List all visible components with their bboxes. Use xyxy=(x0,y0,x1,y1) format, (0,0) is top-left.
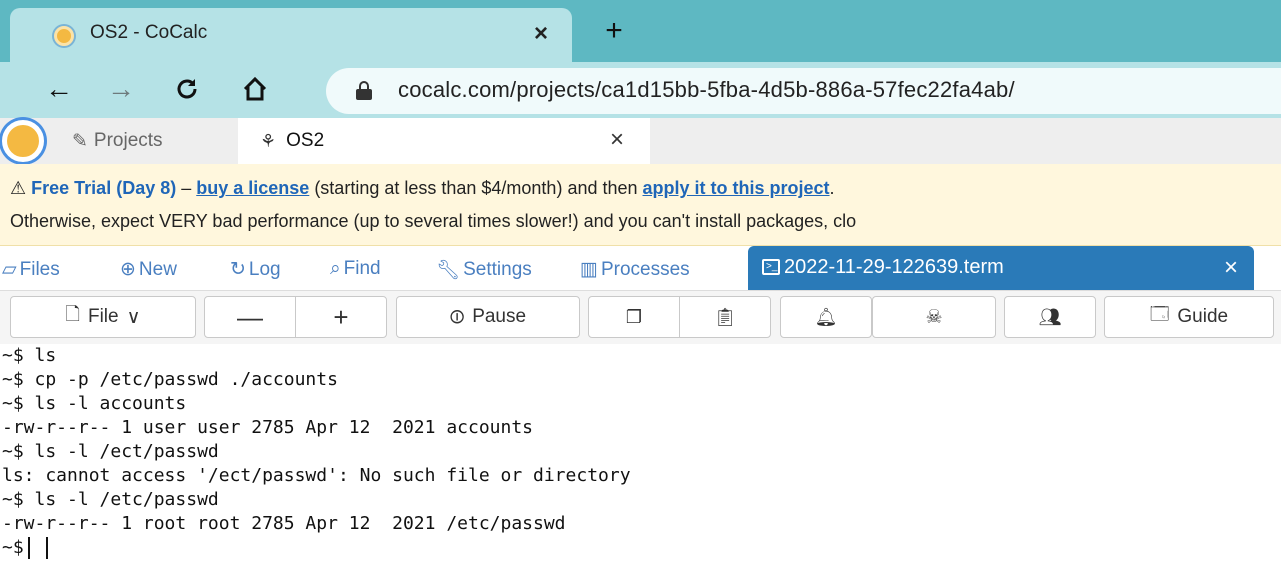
nav-processes[interactable]: ▥ Processes xyxy=(580,258,690,281)
paste-icon: 📋︎ xyxy=(713,306,737,327)
copy-icon: ❐ xyxy=(625,306,643,327)
nav-processes-label: Processes xyxy=(600,258,690,280)
projects-tab[interactable]: ✎ Projects xyxy=(72,118,163,164)
clear-users-button[interactable]: 👥︎ xyxy=(1004,296,1096,338)
trial-label: Free Trial (Day 8) xyxy=(31,178,177,198)
terminal-line: ~$ cp -p /etc/passwd ./accounts xyxy=(2,369,338,390)
project-tab-os2[interactable]: ⚘ OS2 × xyxy=(238,118,650,164)
nav-find-label: Find xyxy=(343,258,381,279)
wrench-icon: 🔧︎ xyxy=(436,260,461,281)
cocalc-top-bar: ✎ Projects ⚘ OS2 × xyxy=(0,118,1281,164)
reload-icon[interactable] xyxy=(168,70,206,108)
back-arrow-icon[interactable]: ← xyxy=(40,70,78,108)
terminal-prompt-line: ~$ xyxy=(2,536,48,560)
nav-find[interactable]: ⌕ Find xyxy=(330,258,381,280)
terminal-line: ~$ ls -l /etc/passwd xyxy=(2,489,219,510)
terminal-line: ~$ ls -l /ect/passwd xyxy=(2,441,219,462)
processes-icon: ▥ xyxy=(580,259,598,280)
project-nav: ▱ Files ⊕ New ↻ Log ⌕ Find 🔧︎ Settings ▥… xyxy=(0,246,1281,290)
search-icon: ⌕ xyxy=(330,258,341,279)
cocalc-logo-icon[interactable] xyxy=(2,120,44,162)
nav-new[interactable]: ⊕ New xyxy=(120,258,177,281)
browser-tab-title: OS2 - CoCalc xyxy=(90,22,208,43)
paste-button[interactable]: 📋︎ xyxy=(679,296,771,338)
banner-mid-text: (starting at less than $4/month) and the… xyxy=(309,178,643,198)
pause-label: Pause xyxy=(472,306,527,327)
projects-tab-label: Projects xyxy=(93,130,163,151)
home-icon[interactable] xyxy=(236,70,274,108)
nav-settings-label: Settings xyxy=(463,259,532,280)
new-tab-button[interactable]: + xyxy=(598,16,630,48)
users-icon: 👥︎ xyxy=(1038,306,1062,327)
nav-log[interactable]: ↻ Log xyxy=(230,258,281,281)
browser-tabstrip: OS2 - CoCalc × + xyxy=(0,0,1281,62)
skull-crossbones-icon: ☠ xyxy=(925,306,943,328)
increase-font-button[interactable]: + xyxy=(295,296,387,338)
browser-toolbar: ← → cocalc.com/projects/ca1d15bb-5fba-4d… xyxy=(0,62,1281,118)
terminal-line: ~$ ls xyxy=(2,345,57,366)
guide-icon: 🗔︎ xyxy=(1149,304,1170,324)
banner-line-2: Otherwise, expect VERY bad performance (… xyxy=(10,211,857,231)
close-file-icon[interactable]: × xyxy=(1224,254,1238,282)
cocalc-favicon-icon xyxy=(54,26,74,46)
bell-icon: 🔔︎ xyxy=(814,306,838,327)
plus-icon: + xyxy=(333,301,349,332)
file-tab-terminal[interactable]: >_ 2022-11-29-122639.term × xyxy=(748,246,1254,290)
close-tab-icon[interactable]: × xyxy=(525,18,557,50)
forward-arrow-icon[interactable]: → xyxy=(102,70,140,108)
folder-icon: ▱ xyxy=(2,259,17,280)
kill-button[interactable]: ☠ xyxy=(872,296,996,338)
copy-button[interactable]: ❐ xyxy=(588,296,680,338)
terminal-line: -rw-r--r-- 1 user user 2785 Apr 12 2021 … xyxy=(2,417,534,438)
nav-files[interactable]: ▱ Files xyxy=(2,258,60,281)
terminal-output[interactable]: ~$ ls ~$ cp -p /etc/passwd ./accounts ~$… xyxy=(0,344,1281,579)
decrease-font-button[interactable]: — xyxy=(204,296,296,338)
pause-icon: ⏼︎ xyxy=(449,306,465,327)
guide-button[interactable]: 🗔︎ Guide xyxy=(1104,296,1274,338)
notification-button[interactable]: 🔔︎ xyxy=(780,296,872,338)
banner-end-text: . xyxy=(829,178,835,198)
minus-icon: — xyxy=(237,301,263,332)
terminal-line: ls: cannot access '/ect/passwd': No such… xyxy=(2,465,631,486)
history-icon: ↻ xyxy=(230,259,246,280)
trial-banner: ⚠ Free Trial (Day 8) – buy a license (st… xyxy=(0,164,1281,246)
nav-settings[interactable]: 🔧︎ Settings xyxy=(436,258,532,282)
browser-tab[interactable]: OS2 - CoCalc × xyxy=(10,8,572,62)
plus-circle-icon: ⊕ xyxy=(120,259,136,280)
buy-license-link[interactable]: buy a license xyxy=(196,178,309,198)
chevron-down-icon: ∨ xyxy=(126,306,141,328)
file-tab-label: 2022-11-29-122639.term xyxy=(784,256,1004,278)
apply-license-link[interactable]: apply it to this project xyxy=(643,178,830,198)
terminal-prompt: ~$ xyxy=(2,537,24,558)
file-menu-label: File xyxy=(87,306,119,327)
file-menu-button[interactable]: 🗋︎ File ∨ xyxy=(10,296,196,338)
banner-dash: – xyxy=(176,178,197,198)
project-tab-label: OS2 xyxy=(286,130,325,151)
banner-line-1: ⚠ Free Trial (Day 8) – buy a license (st… xyxy=(10,178,835,199)
terminal-line: ~$ ls -l accounts xyxy=(2,393,187,414)
pencil-icon: ✎ xyxy=(72,130,88,152)
close-project-icon[interactable]: × xyxy=(610,126,624,154)
warning-icon: ⚠ xyxy=(10,178,27,198)
address-bar[interactable]: cocalc.com/projects/ca1d15bb-5fba-4d5b-8… xyxy=(326,68,1281,114)
terminal-toolbar: 🗋︎ File ∨ — + ⏼︎ Pause ❐ 📋︎ 🔔︎ ☠ 👥︎ 🗔︎ G… xyxy=(0,290,1281,344)
url-text[interactable]: cocalc.com/projects/ca1d15bb-5fba-4d5b-8… xyxy=(398,77,1015,103)
pause-button[interactable]: ⏼︎ Pause xyxy=(396,296,580,338)
nav-new-label: New xyxy=(138,258,177,280)
running-icon: ⚘ xyxy=(260,130,277,151)
lock-icon[interactable] xyxy=(356,81,372,100)
nav-files-label: Files xyxy=(19,258,60,280)
terminal-cursor xyxy=(27,537,48,559)
terminal-line: -rw-r--r-- 1 root root 2785 Apr 12 2021 … xyxy=(2,513,566,534)
nav-log-label: Log xyxy=(248,258,281,280)
guide-label: Guide xyxy=(1177,306,1229,327)
file-icon: 🗋︎ xyxy=(65,304,80,324)
terminal-icon: >_ xyxy=(762,259,780,275)
